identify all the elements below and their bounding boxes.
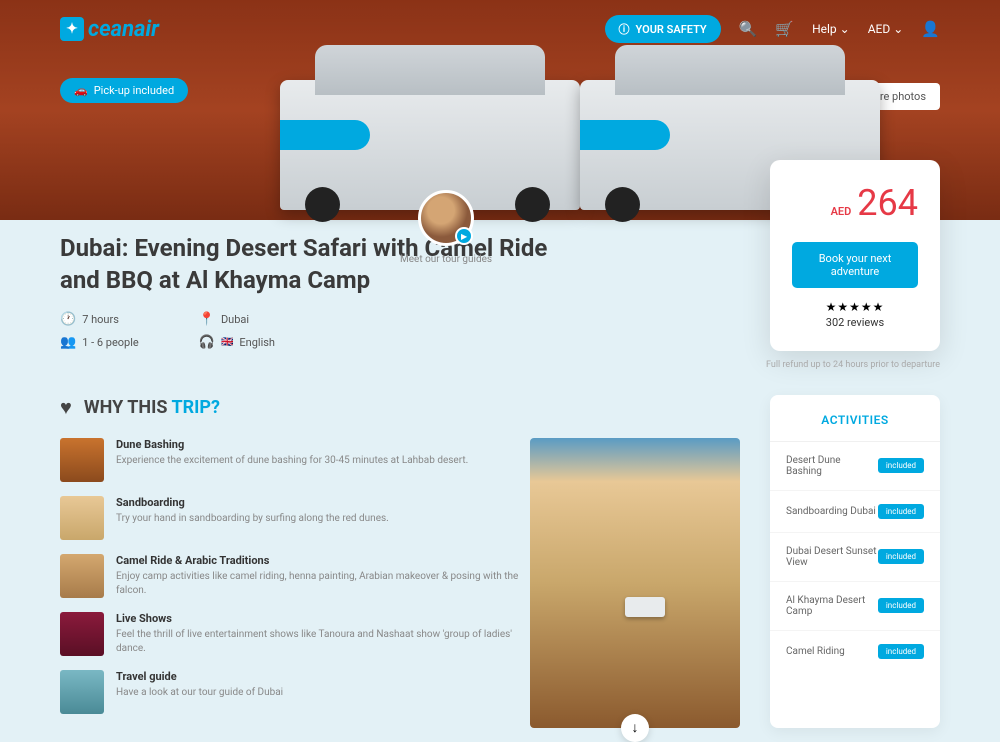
item-desc: Have a look at our tour guide of Dubai (116, 686, 283, 700)
activity-name: Desert Dune Bashing (786, 455, 878, 477)
price-card: AED 264 Book your next adventure ★★★★★ 3… (770, 160, 940, 351)
logo[interactable]: ✦ ceanair (60, 17, 159, 42)
search-icon[interactable]: 🔍 (739, 20, 758, 38)
guide-avatar: ▶ (418, 190, 474, 246)
section-heading: ♥ WHY THIS TRIP? (60, 395, 740, 420)
group-meta: 👥 1 - 6 people (60, 335, 139, 350)
item-title: Dune Bashing (116, 438, 468, 451)
why-item: Sandboarding Try your hand in sandboardi… (60, 496, 530, 540)
location-value: Dubai (221, 313, 249, 326)
language-meta: 🎧 🇬🇧 English (199, 335, 275, 350)
price-currency: AED (831, 205, 852, 218)
heart-icon: ♥ (60, 395, 72, 420)
item-thumb (60, 670, 104, 714)
included-badge: included (878, 458, 924, 473)
chevron-down-icon: ⌄ (893, 22, 903, 36)
clock-icon: 🕐 (60, 312, 76, 327)
currency-label: AED (868, 22, 891, 36)
cart-icon[interactable]: 🛒 (775, 20, 794, 38)
your-safety-button[interactable]: ⓘ YOUR SAFETY (605, 15, 721, 43)
book-button[interactable]: Book your next adventure (792, 242, 918, 288)
item-thumb (60, 554, 104, 598)
item-desc: Feel the thrill of live entertainment sh… (116, 628, 530, 656)
why-item: Camel Ride & Arabic Traditions Enjoy cam… (60, 554, 530, 598)
activity-item[interactable]: Camel Riding included (770, 631, 940, 672)
audio-icon: 🎧 (199, 335, 215, 350)
activities-heading: ACTIVITIES (770, 413, 940, 442)
location-meta: 📍 Dubai (199, 312, 275, 327)
price-amount: 264 (857, 182, 918, 224)
language-value: English (239, 336, 275, 349)
feature-image: ↓ (530, 438, 740, 728)
why-item: Live Shows Feel the thrill of live enter… (60, 612, 530, 656)
help-link[interactable]: Help ⌄ (812, 22, 850, 36)
activity-item[interactable]: Desert Dune Bashing included (770, 442, 940, 491)
currency-selector[interactable]: AED ⌄ (868, 22, 904, 36)
item-title: Travel guide (116, 670, 283, 683)
item-desc: Try your hand in sandboarding by surfing… (116, 512, 389, 526)
top-nav: ✦ ceanair ⓘ YOUR SAFETY 🔍 🛒 Help ⌄ AED ⌄… (60, 15, 940, 43)
people-icon: 👥 (60, 335, 76, 350)
item-desc: Experience the excitement of dune bashin… (116, 454, 468, 468)
chevron-down-icon: ⌄ (840, 22, 850, 36)
meta-row: 🕐 7 hours 👥 1 - 6 people 📍 Dubai 🎧 🇬🇧 En… (60, 312, 560, 350)
item-thumb (60, 612, 104, 656)
heading-part1: WHY THIS (84, 397, 168, 418)
rating-stars: ★★★★★ (792, 300, 918, 314)
pickup-badge: 🚗 Pick-up included (60, 78, 188, 103)
included-badge: included (878, 549, 924, 564)
help-label: Help (812, 22, 837, 36)
logo-icon: ✦ (60, 17, 84, 41)
pickup-label: Pick-up included (94, 84, 174, 97)
item-thumb (60, 496, 104, 540)
car-icon: 🚗 (74, 84, 88, 97)
duration-meta: 🕐 7 hours (60, 312, 139, 327)
item-desc: Enjoy camp activities like camel riding,… (116, 570, 530, 598)
item-title: Sandboarding (116, 496, 389, 509)
item-thumb (60, 438, 104, 482)
group-value: 1 - 6 people (82, 336, 139, 349)
guide-caption: Meet our tour guides (400, 254, 492, 265)
why-item: Dune Bashing Experience the excitement o… (60, 438, 530, 482)
info-icon: ⓘ (619, 21, 630, 37)
item-title: Live Shows (116, 612, 530, 625)
scroll-down-button[interactable]: ↓ (621, 714, 649, 742)
why-list: Dune Bashing Experience the excitement o… (60, 438, 530, 728)
included-badge: included (878, 644, 924, 659)
refund-text: Full refund up to 24 hours prior to depa… (766, 360, 940, 370)
why-item: Travel guide Have a look at our tour gui… (60, 670, 530, 714)
duration-value: 7 hours (82, 313, 119, 326)
logo-text: ceanair (88, 17, 159, 42)
user-icon[interactable]: 👤 (921, 20, 940, 38)
activities-card: ACTIVITIES Desert Dune Bashing included … (770, 395, 940, 728)
included-badge: included (878, 504, 924, 519)
activity-item[interactable]: Al Khayma Desert Camp included (770, 582, 940, 631)
activity-name: Camel Riding (786, 646, 845, 657)
activity-item[interactable]: Sandboarding Dubai included (770, 491, 940, 533)
safety-label: YOUR SAFETY (636, 23, 707, 36)
activity-name: Al Khayma Desert Camp (786, 595, 878, 617)
pin-icon: 📍 (199, 312, 215, 327)
nav-right: ⓘ YOUR SAFETY 🔍 🛒 Help ⌄ AED ⌄ 👤 (605, 15, 940, 43)
tour-guide-badge[interactable]: ▶ Meet our tour guides (400, 190, 492, 265)
activity-name: Sandboarding Dubai (786, 506, 876, 517)
activity-item[interactable]: Dubai Desert Sunset View included (770, 533, 940, 582)
included-badge: included (878, 598, 924, 613)
play-icon: ▶ (455, 227, 473, 245)
item-title: Camel Ride & Arabic Traditions (116, 554, 530, 567)
activity-name: Dubai Desert Sunset View (786, 546, 878, 568)
review-count[interactable]: 302 reviews (792, 316, 918, 329)
heading-part2: TRIP? (171, 397, 220, 418)
